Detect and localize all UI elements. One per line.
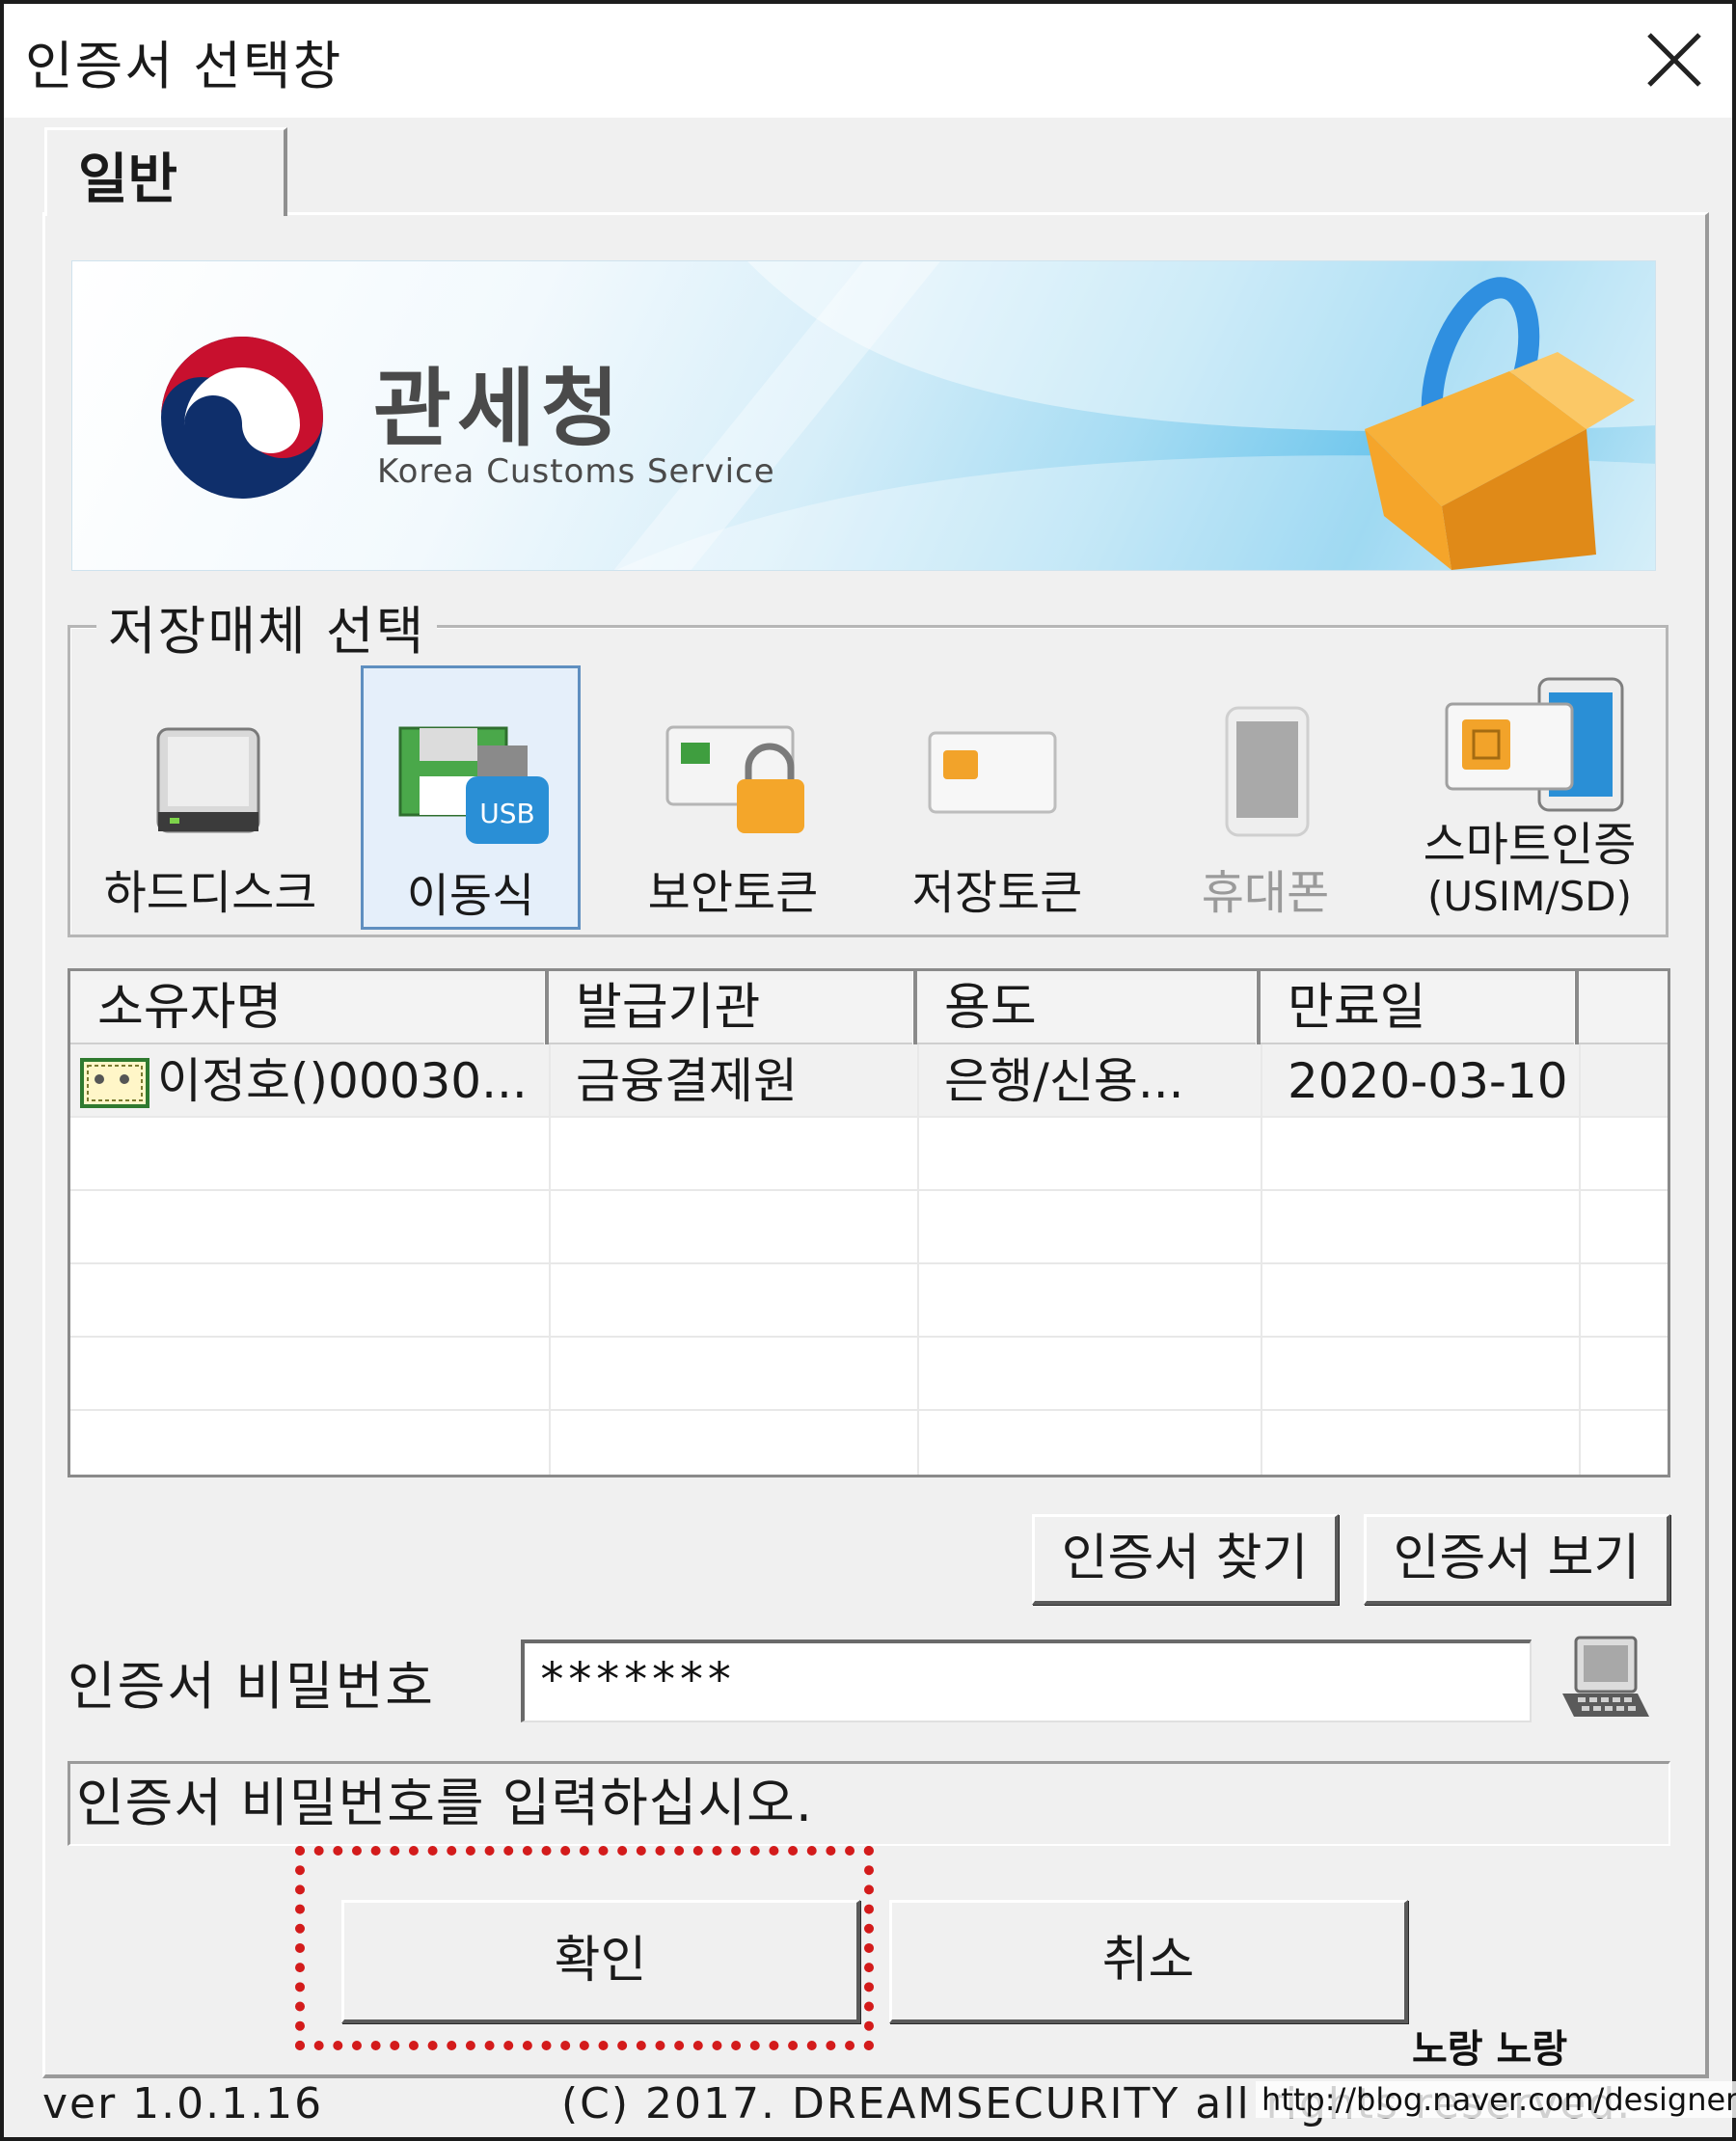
cert-expiry: 2020-03-10 <box>1288 1053 1568 1109</box>
org-name-ko: 관세청 <box>373 359 625 458</box>
mobile-phone-icon <box>1225 706 1310 837</box>
cancel-button[interactable]: 취소 <box>889 1900 1408 2023</box>
media-smart-auth-label-line2: (USIM/SD) <box>1427 873 1632 920</box>
media-storage-token-label: 저장토큰 <box>911 866 1083 920</box>
media-smart-auth-label-line1: 스마트인증 <box>1423 818 1637 872</box>
virtual-keyboard-icon[interactable] <box>1557 1634 1653 1730</box>
storage-media-legend: 저장매체 선택 <box>96 588 438 664</box>
watermark-url: http://blog.naver.com/designer_ew <box>1256 2081 1736 2118</box>
media-removable[interactable]: USB 이동식 <box>361 665 581 930</box>
cert-list[interactable]: 소유자명 발급기관 용도 만료일 이정호()00030... 금융결제원 은행/… <box>68 968 1670 1477</box>
empty-row <box>70 1118 1668 1191</box>
org-banner: 관세청 Korea Customs Service <box>71 260 1656 571</box>
version-text: ver 1.0.1.16 <box>42 2079 324 2128</box>
padlock-icon <box>1365 277 1635 570</box>
col-owner[interactable]: 소유자명 <box>70 971 549 1044</box>
col-purpose[interactable]: 용도 <box>917 971 1261 1044</box>
usb-drive-icon: USB <box>398 726 549 844</box>
media-removable-label: 이동식 <box>406 869 535 923</box>
status-message: 인증서 비밀번호를 입력하십시오. <box>68 1761 1670 1846</box>
find-cert-button[interactable]: 인증서 찾기 <box>1032 1514 1339 1605</box>
password-field[interactable]: ******* <box>521 1640 1532 1722</box>
close-icon[interactable] <box>1640 25 1709 95</box>
column-divider <box>1261 1044 1262 1475</box>
taegeuk-logo-icon <box>161 337 323 499</box>
empty-row <box>70 1191 1668 1264</box>
empty-row <box>70 1338 1668 1411</box>
window-title: 인증서 선택창 <box>25 36 343 96</box>
media-smart-auth-label: 스마트인증 (USIM/SD) <box>1418 820 1641 922</box>
svg-text:USB: USB <box>479 798 534 829</box>
media-mobile-phone[interactable]: 휴대폰 <box>1155 665 1375 930</box>
watermark-name: 노랑 노랑 <box>1412 2027 1568 2072</box>
smart-auth-icon <box>1445 677 1624 812</box>
column-divider <box>549 1044 551 1475</box>
media-hard-disk-label: 하드디스크 <box>103 866 317 920</box>
cert-purpose: 은행/신용... <box>944 1053 1184 1109</box>
cert-owner: 이정호()00030... <box>157 1053 528 1109</box>
media-security-token[interactable]: 보안토큰 <box>623 665 843 930</box>
col-expiry[interactable]: 만료일 <box>1261 971 1579 1044</box>
password-label: 인증서 비밀번호 <box>68 1656 435 1717</box>
media-hard-disk[interactable]: 하드디스크 <box>100 665 320 930</box>
media-smart-auth[interactable]: 스마트인증 (USIM/SD) <box>1418 665 1641 930</box>
media-storage-token[interactable]: 저장토큰 <box>887 665 1107 930</box>
view-cert-button[interactable]: 인증서 보기 <box>1364 1514 1670 1605</box>
tab-general[interactable]: 일반 <box>44 127 287 216</box>
col-issuer[interactable]: 발급기관 <box>549 971 917 1044</box>
security-token-icon <box>665 725 804 833</box>
empty-row <box>70 1264 1668 1338</box>
column-divider <box>1579 1044 1581 1475</box>
media-mobile-phone-label: 휴대폰 <box>1201 866 1330 920</box>
storage-token-icon <box>928 731 1057 814</box>
title-bar: 인증서 선택창 <box>4 4 1732 118</box>
cert-issuer: 금융결제원 <box>576 1053 798 1109</box>
media-security-token-label: 보안토큰 <box>647 866 819 920</box>
org-name-en: Korea Customs Service <box>377 452 775 491</box>
ok-button[interactable]: 확인 <box>341 1900 860 2023</box>
cert-select-window: 인증서 선택창 일반 관세청 Korea Customs Service 저장매… <box>0 0 1736 2141</box>
cert-list-header: 소유자명 발급기관 용도 만료일 <box>70 971 1668 1044</box>
tab-general-label: 일반 <box>78 149 178 211</box>
hard-disk-icon <box>156 727 260 833</box>
cert-row[interactable]: 이정호()00030... 금융결제원 은행/신용... 2020-03-10 <box>70 1044 1668 1118</box>
column-divider <box>917 1044 919 1475</box>
